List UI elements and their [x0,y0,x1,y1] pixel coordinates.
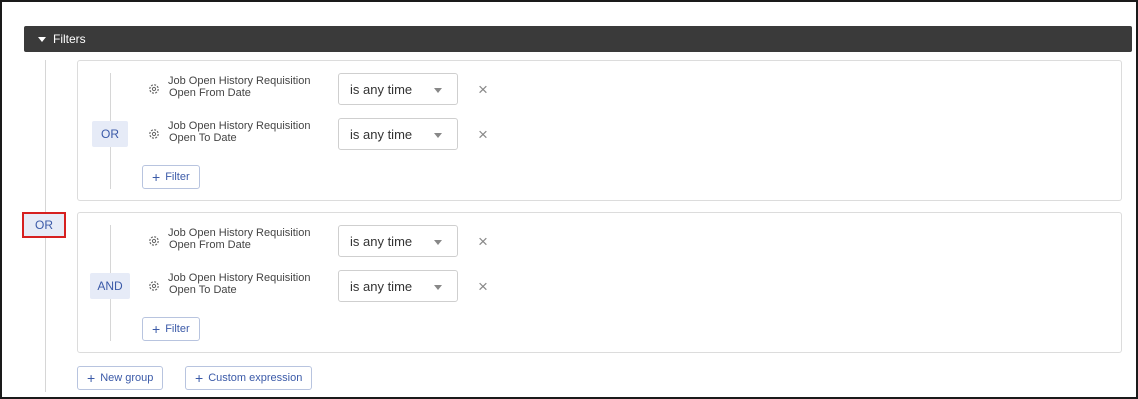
condition-value: is any time [350,81,413,97]
condition-select[interactable]: is any time [338,270,458,302]
filter-field-line2: Open To Date [169,284,237,296]
filter-field-line1: Job Open History Requisition [168,227,311,239]
filters-title: Filters [53,32,86,46]
filter-field-line1: Job Open History Requisition [168,75,311,87]
gear-icon[interactable] [148,235,160,247]
plus-icon: + [152,321,161,337]
add-filter-label: Filter [165,323,190,335]
filters-panel: Filters OR Job Open History Requisition … [0,0,1138,399]
filter-field-label: Job Open History Requisition Open To Dat… [168,120,310,144]
add-filter-button[interactable]: + Filter [142,317,200,341]
new-group-button[interactable]: + New group [77,366,164,390]
condition-select[interactable]: is any time [338,118,458,150]
filter-group-2: AND Job Open History Requisition Open Fr… [77,212,1122,353]
chevron-down-icon [434,133,442,138]
chevron-down-icon [434,285,442,290]
filter-group-1: OR Job Open History Requisition Open Fro… [77,60,1122,201]
filter-field-line2: Open From Date [169,239,251,251]
filter-field-label: Job Open History Requisition Open From D… [168,227,310,251]
new-group-label: New group [100,372,154,384]
condition-select[interactable]: is any time [338,225,458,257]
add-filter-button[interactable]: + Filter [142,165,200,189]
caret-down-icon [38,36,46,42]
filter-field-line1: Job Open History Requisition [168,272,311,284]
group-operator-badge[interactable]: OR [92,121,128,147]
add-filter-label: Filter [165,171,190,183]
gear-icon[interactable] [148,83,160,95]
chevron-down-icon [434,88,442,93]
close-icon[interactable]: × [478,278,488,295]
filter-field-line2: Open To Date [169,132,237,144]
close-icon[interactable]: × [478,81,488,98]
filter-field-label: Job Open History Requisition Open From D… [168,75,310,99]
condition-select[interactable]: is any time [338,73,458,105]
plus-icon: + [87,370,96,386]
filter-field-line1: Job Open History Requisition [168,120,311,132]
group-operator-badge[interactable]: AND [90,273,130,299]
close-icon[interactable]: × [478,233,488,250]
filters-header[interactable]: Filters [24,26,1132,52]
plus-icon: + [195,370,204,386]
gear-icon[interactable] [148,128,160,140]
condition-value: is any time [350,126,413,142]
filter-field-label: Job Open History Requisition Open To Dat… [168,272,310,296]
filter-field-line2: Open From Date [169,87,251,99]
outer-operator-badge[interactable]: OR [22,212,66,238]
condition-value: is any time [350,278,413,294]
chevron-down-icon [434,240,442,245]
plus-icon: + [152,169,161,185]
custom-expression-button[interactable]: + Custom expression [185,366,313,390]
condition-value: is any time [350,233,413,249]
custom-expression-label: Custom expression [208,372,303,384]
close-icon[interactable]: × [478,126,488,143]
gear-icon[interactable] [148,280,160,292]
